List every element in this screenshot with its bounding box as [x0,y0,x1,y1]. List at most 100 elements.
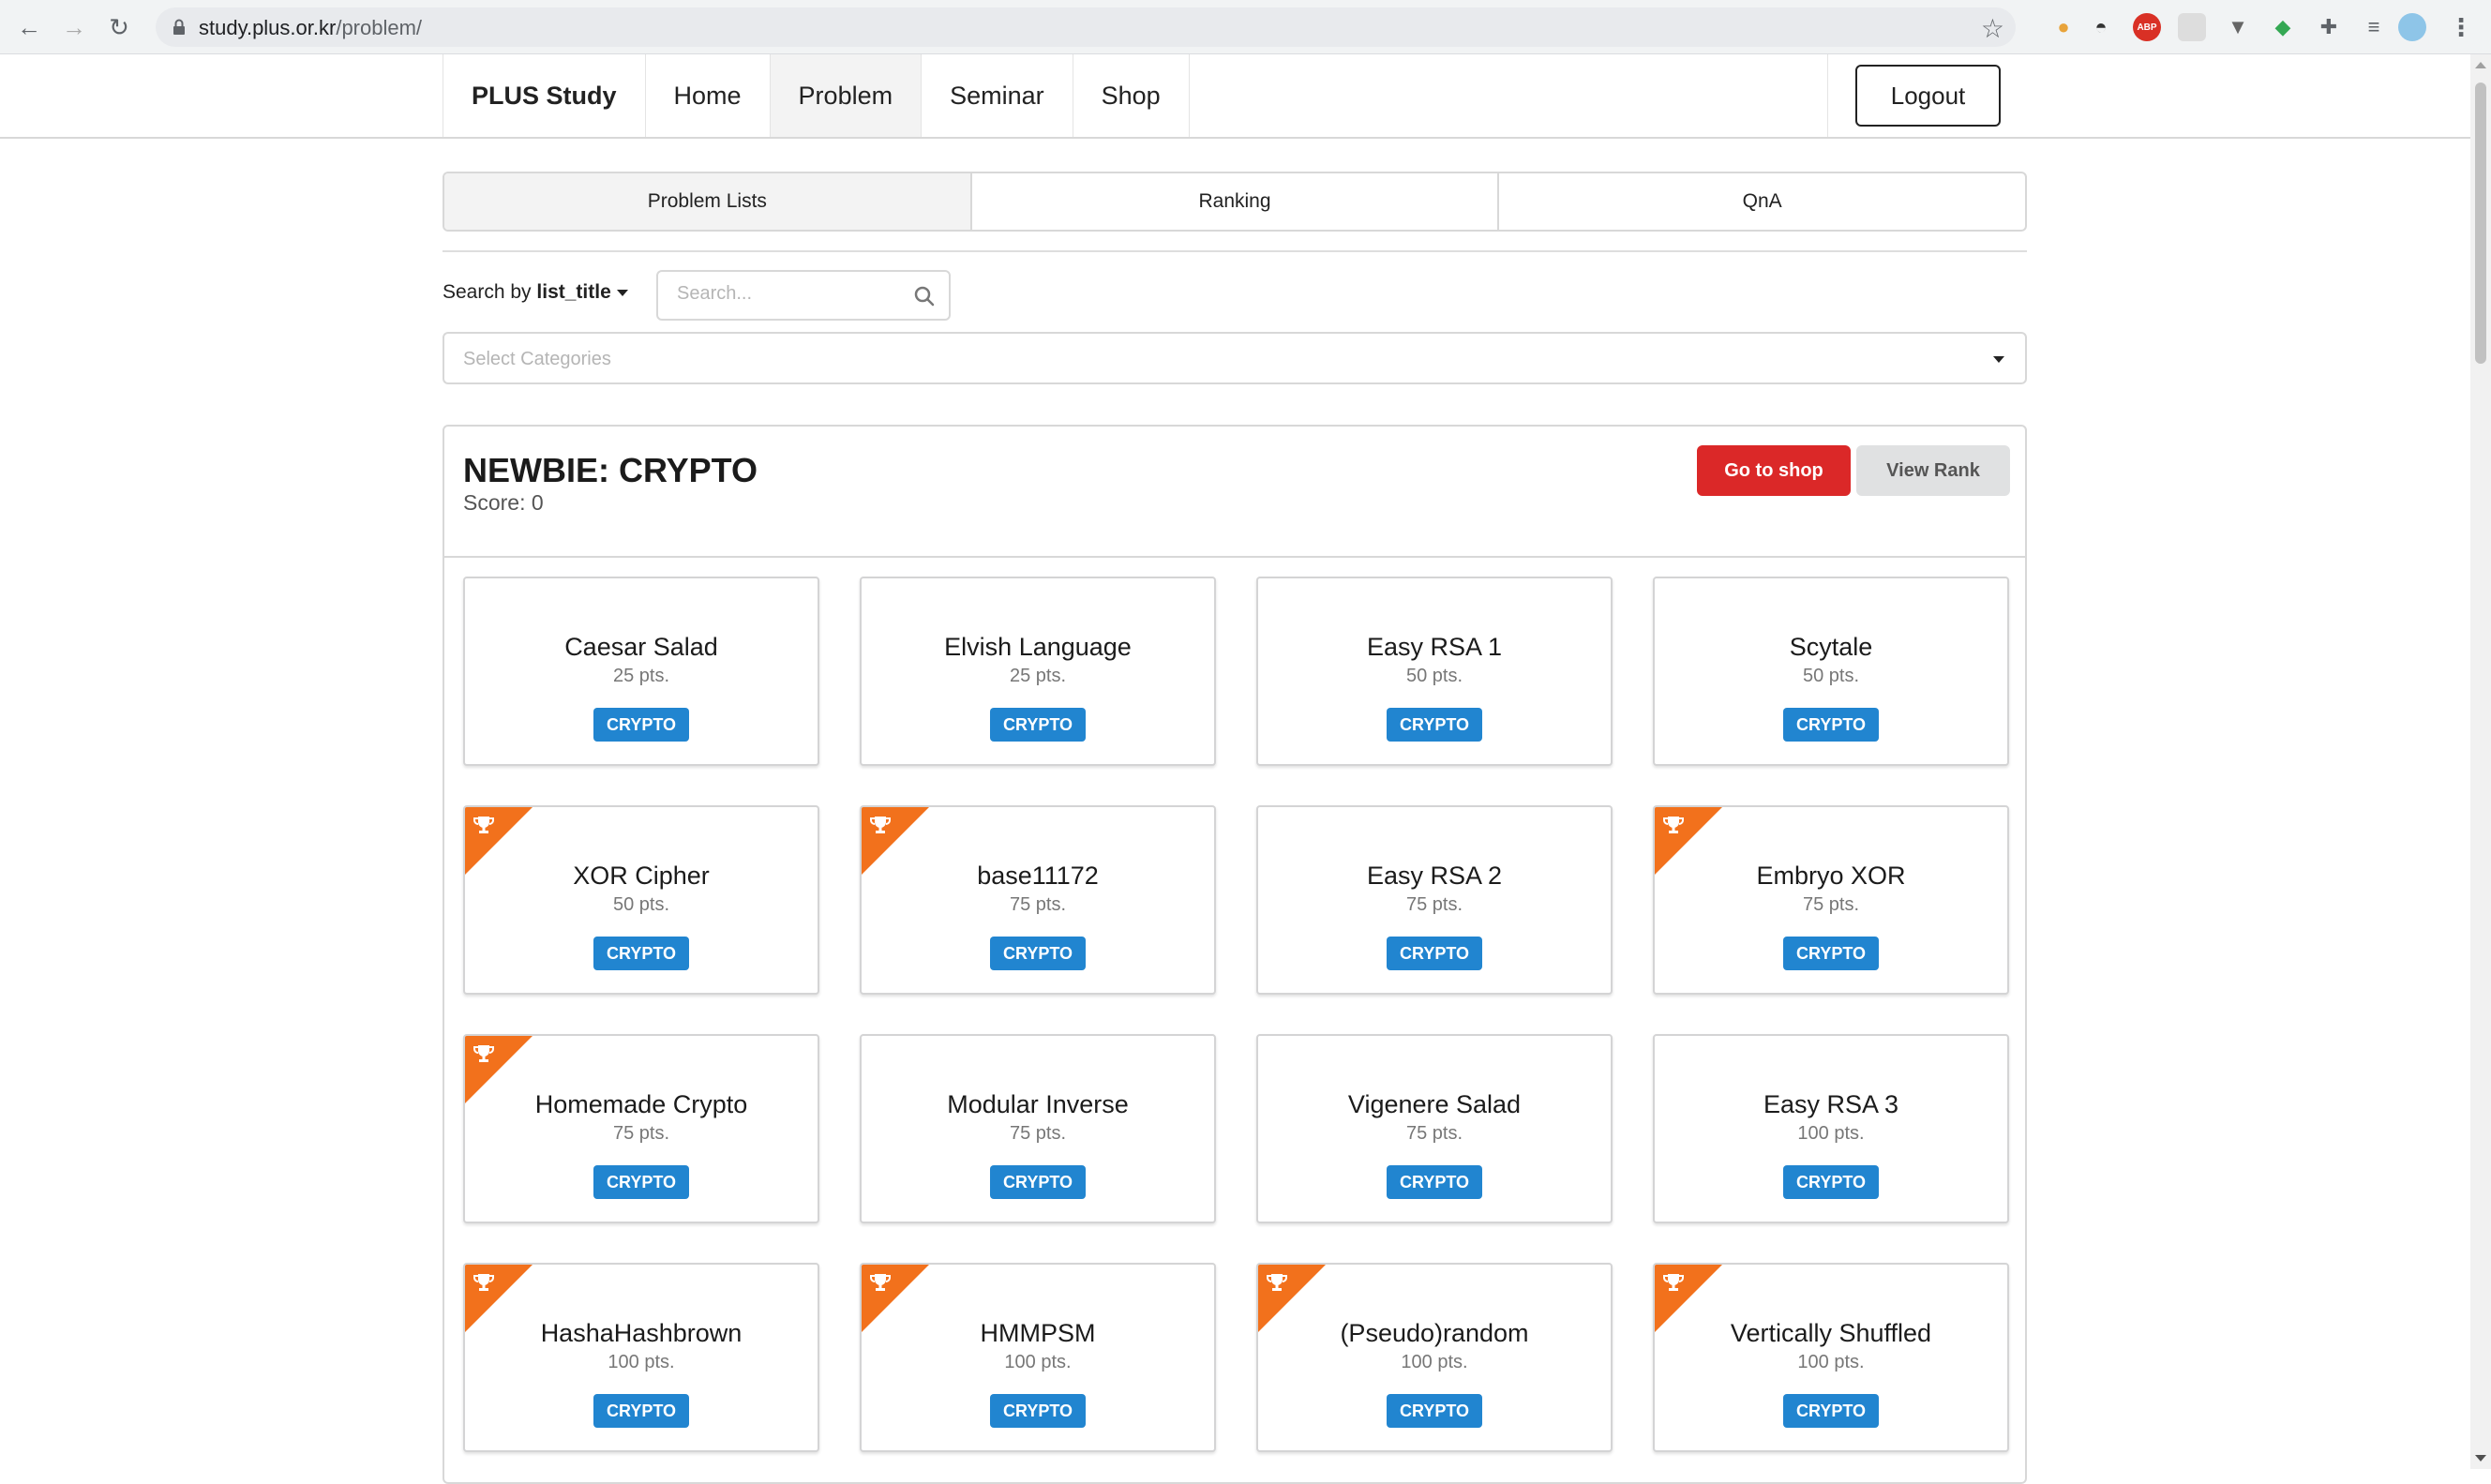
trophy-icon [473,817,494,833]
problem-card[interactable]: Embryo XOR 75 pts. CRYPTO [1653,805,2009,995]
category-tag[interactable]: CRYPTO [1782,937,1880,970]
page-scrollbar[interactable] [2470,54,2491,1469]
nav-item-problem[interactable]: Problem [770,54,923,137]
list-score: Score: 0 [463,490,544,515]
problem-points: 75 pts. [1009,1123,1067,1144]
problem-list-panel: NEWBIE: CRYPTO Score: 0 Go to shop View … [443,425,2027,1484]
brand-link[interactable]: PLUS Study [443,54,646,137]
back-arrow-icon[interactable]: ← [11,9,47,45]
trophy-icon [1663,817,1684,833]
problem-card[interactable]: Vigenere Salad 75 pts. CRYPTO [1256,1034,1613,1223]
problem-card[interactable]: Elvish Language 25 pts. CRYPTO [860,577,1216,766]
nav-item-seminar[interactable]: Seminar [922,54,1073,137]
problem-card[interactable]: XOR Cipher 50 pts. CRYPTO [463,805,819,995]
problem-title: Easy RSA 2 [1366,862,1503,890]
scrollbar-thumb[interactable] [2475,82,2486,364]
category-tag[interactable]: CRYPTO [989,1165,1087,1199]
nav-item-home[interactable]: Home [646,54,771,137]
category-tag[interactable]: CRYPTO [593,937,690,970]
problem-card[interactable]: Scytale 50 pts. CRYPTO [1653,577,2009,766]
problem-points: 50 pts. [1802,666,1860,686]
shield-extension-icon[interactable]: ◆ [2269,13,2297,41]
category-tag[interactable]: CRYPTO [1386,1394,1483,1428]
category-tag[interactable]: CRYPTO [593,1394,690,1428]
problem-title: Vertically Shuffled [1730,1319,1932,1347]
problem-card[interactable]: (Pseudo)random 100 pts. CRYPTO [1256,1263,1613,1452]
url-text: study.plus.or.kr/problem/ [199,16,423,39]
panel-header: NEWBIE: CRYPTO Score: 0 Go to shop View … [444,427,2025,558]
trophy-icon [870,817,891,833]
reload-icon[interactable]: ↻ [101,9,137,45]
search-field-value: list_title [536,281,611,303]
problem-card[interactable]: base11172 75 pts. CRYPTO [860,805,1216,995]
search-icon[interactable] [913,285,936,307]
trophy-icon [1663,1274,1684,1291]
adblock-extension-icon[interactable]: ABP [2133,13,2161,41]
cookie-extension-icon[interactable]: ● [2049,13,2078,41]
trophy-icon [1267,1274,1287,1291]
problem-title: Vigenere Salad [1347,1090,1522,1118]
bookmark-star-icon[interactable]: ☆ [1981,13,2004,44]
category-tag[interactable]: CRYPTO [1386,708,1483,742]
problem-points: 75 pts. [1802,894,1860,915]
problem-points: 100 pts. [608,1352,675,1372]
category-tag[interactable]: CRYPTO [1386,1165,1483,1199]
category-select[interactable]: Select Categories [443,332,2027,384]
problem-card[interactable]: Easy RSA 1 50 pts. CRYPTO [1256,577,1613,766]
problem-card[interactable]: Easy RSA 2 75 pts. CRYPTO [1256,805,1613,995]
browser-toolbar: ← → ↻ study.plus.or.kr/problem/ ☆ ● ◓ ABP ▼… [0,0,2491,54]
lock-icon [173,19,185,35]
problem-cards-grid: Caesar Salad 25 pts. CRYPTO Elvish Language… [463,577,2010,1452]
forward-arrow-icon[interactable]: → [56,9,92,45]
problem-title: Scytale [1789,633,1873,661]
problem-title: base11172 [977,862,1099,890]
category-tag[interactable]: CRYPTO [1782,1165,1880,1199]
search-box[interactable] [656,270,951,321]
address-bar[interactable]: study.plus.or.kr/problem/ ☆ [156,7,2016,47]
problem-title: Caesar Salad [564,633,718,661]
problem-title: Embryo XOR [1756,862,1906,890]
problem-title: (Pseudo)random [1340,1319,1529,1347]
blank-extension-icon[interactable] [2178,13,2206,41]
logout-button[interactable]: Logout [1855,65,2001,127]
search-input[interactable] [677,283,902,305]
category-tag[interactable]: CRYPTO [1386,937,1483,970]
problem-card[interactable]: HMMPSM 100 pts. CRYPTO [860,1263,1216,1452]
menu-kebab-icon[interactable]: ⋮ [2447,13,2475,41]
playlist-icon[interactable]: ≡ [2360,13,2388,41]
problem-points: 50 pts. [1405,666,1463,686]
scroll-down-arrow-icon[interactable] [2475,1455,2486,1462]
category-tag[interactable]: CRYPTO [593,1165,690,1199]
problem-card[interactable]: Caesar Salad 25 pts. CRYPTO [463,577,819,766]
problem-card[interactable]: Modular Inverse 75 pts. CRYPTO [860,1034,1216,1223]
category-tag[interactable]: CRYPTO [989,937,1087,970]
category-tag[interactable]: CRYPTO [1782,708,1880,742]
go-to-shop-button[interactable]: Go to shop [1697,445,1851,496]
problem-card[interactable]: Vertically Shuffled 100 pts. CRYPTO [1653,1263,2009,1452]
tab-ranking[interactable]: Ranking [972,173,1500,230]
search-field-dropdown[interactable]: Search by list_title [443,281,628,304]
category-select-placeholder: Select Categories [463,349,611,369]
profile-avatar[interactable] [2398,13,2426,41]
category-tag[interactable]: CRYPTO [989,708,1087,742]
problem-card[interactable]: Homemade Crypto 75 pts. CRYPTO [463,1034,819,1223]
scroll-up-arrow-icon[interactable] [2475,62,2486,68]
search-by-label: Search by [443,281,532,303]
problem-title: Homemade Crypto [534,1090,748,1118]
nav-item-shop[interactable]: Shop [1073,54,1190,137]
vpn-extension-icon[interactable]: ▼ [2224,13,2252,41]
problem-title: Easy RSA 3 [1763,1090,1899,1118]
incognito-extension-icon[interactable]: ◓ [2087,13,2115,41]
view-rank-button[interactable]: View Rank [1856,445,2010,496]
category-tag[interactable]: CRYPTO [593,708,690,742]
problem-card[interactable]: Easy RSA 3 100 pts. CRYPTO [1653,1034,2009,1223]
tab-qna[interactable]: QnA [1499,173,2025,230]
puzzle-extension-icon[interactable]: ✚ [2315,13,2343,41]
problem-card[interactable]: HashaHashbrown 100 pts. CRYPTO [463,1263,819,1452]
dropdown-caret-icon [1993,356,2004,363]
category-tag[interactable]: CRYPTO [989,1394,1087,1428]
tab-problem-lists[interactable]: Problem Lists [444,173,972,230]
main-menu: PLUS Study Home Problem Seminar Shop [443,54,1828,137]
section-tabs: Problem Lists Ranking QnA [443,172,2027,232]
category-tag[interactable]: CRYPTO [1782,1394,1880,1428]
